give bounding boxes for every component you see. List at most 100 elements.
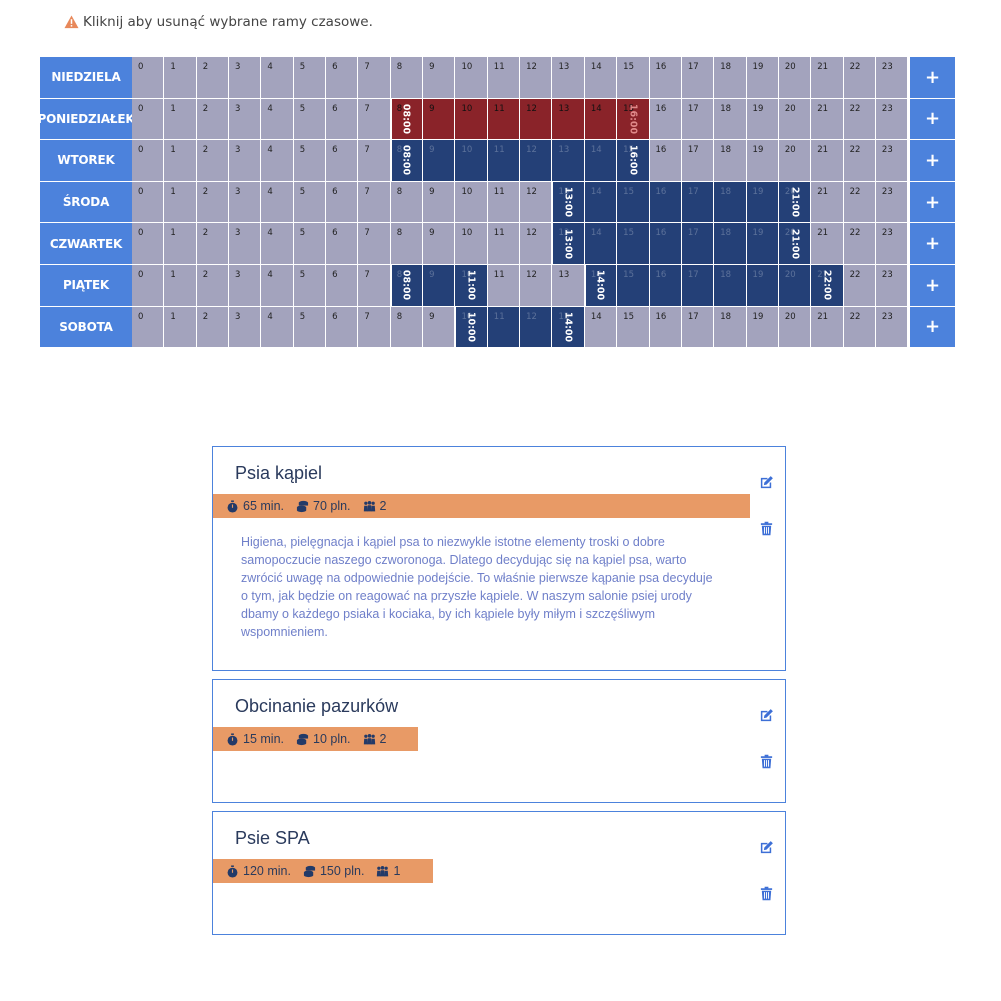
add-range-button[interactable]: + [909, 223, 955, 265]
hour-cell[interactable]: 8 [390, 181, 424, 224]
hour-cell[interactable]: 14 [584, 306, 618, 349]
hour-cell[interactable]: 14 [584, 57, 618, 99]
hour-cell[interactable]: 6 [326, 57, 359, 99]
hour-cell[interactable]: 22 [843, 306, 876, 349]
hour-cell[interactable]: 17 [681, 140, 715, 182]
hour-cell[interactable]: 13 [552, 98, 585, 141]
hour-cell[interactable]: 10 [455, 181, 488, 224]
hour-cell[interactable]: 10 [455, 57, 488, 99]
hour-cell[interactable]: 20 21:00 [778, 181, 812, 224]
hour-cell[interactable]: 3 [229, 223, 262, 265]
hour-cell[interactable]: 6 [326, 181, 359, 224]
hour-cell[interactable]: 11 [487, 181, 521, 224]
hour-cell[interactable]: 0 [132, 223, 165, 265]
hour-cell[interactable]: 15 [617, 264, 650, 307]
hour-cell[interactable]: 12 [520, 98, 553, 141]
hour-cell[interactable]: 15 [617, 306, 650, 349]
hour-cell[interactable]: 2 [196, 223, 230, 265]
hour-cell[interactable]: 5 [293, 98, 327, 141]
hour-cell[interactable]: 1 [164, 181, 197, 224]
hour-cell[interactable]: 12 [520, 223, 553, 265]
hour-cell[interactable]: 11 [487, 306, 521, 349]
hour-cell[interactable]: 19 [746, 181, 779, 224]
hour-cell[interactable]: 23 [875, 306, 909, 349]
hour-cell[interactable]: 7 [358, 57, 391, 99]
hour-cell[interactable]: 21 [811, 98, 844, 141]
hour-cell[interactable]: 9 [423, 223, 456, 265]
edit-button[interactable] [757, 838, 775, 856]
hour-cell[interactable]: 7 [358, 264, 391, 307]
hour-cell[interactable]: 15 16:00 [617, 98, 650, 141]
hour-cell[interactable]: 17 [681, 223, 715, 265]
hour-cell[interactable]: 1 [164, 223, 197, 265]
hour-cell[interactable]: 14 [584, 181, 618, 224]
hour-cell[interactable]: 9 [423, 140, 456, 182]
hour-cell[interactable]: 5 [293, 140, 327, 182]
hour-cell[interactable]: 16 [649, 306, 682, 349]
hour-cell[interactable]: 18 [714, 181, 747, 224]
hour-cell[interactable]: 21 [811, 223, 844, 265]
hour-cell[interactable]: 2 [196, 57, 230, 99]
hour-cell[interactable]: 11 [487, 98, 521, 141]
delete-button[interactable] [757, 752, 775, 770]
hour-cell[interactable]: 15 [617, 57, 650, 99]
hour-cell[interactable]: 20 [778, 98, 812, 141]
hour-cell[interactable]: 23 [875, 223, 909, 265]
hour-cell[interactable]: 3 [229, 306, 262, 349]
hour-cell[interactable]: 17 [681, 98, 715, 141]
hour-cell[interactable]: 2 [196, 306, 230, 349]
hour-cell[interactable]: 12 [520, 140, 553, 182]
hour-cell[interactable]: 4 [261, 140, 294, 182]
hour-cell[interactable]: 5 [293, 57, 327, 99]
hour-cell[interactable]: 8 08:00 [390, 140, 424, 182]
hour-cell[interactable]: 19 [746, 223, 779, 265]
add-range-button[interactable]: + [909, 57, 955, 99]
hour-cell[interactable]: 9 [423, 306, 456, 349]
hour-cell[interactable]: 16 [649, 98, 682, 141]
hour-cell[interactable]: 7 [358, 98, 391, 141]
hour-cell[interactable]: 10 [455, 140, 488, 182]
hour-cell[interactable]: 18 [714, 98, 747, 141]
hour-cell[interactable]: 17 [681, 306, 715, 349]
hour-cell[interactable]: 1 [164, 306, 197, 349]
edit-button[interactable] [757, 473, 775, 491]
hour-cell[interactable]: 2 [196, 98, 230, 141]
hour-cell[interactable]: 15 [617, 223, 650, 265]
hour-cell[interactable]: 10 [455, 98, 488, 141]
hour-cell[interactable]: 10 [455, 223, 488, 265]
hour-cell[interactable]: 4 [261, 264, 294, 307]
hour-cell[interactable]: 12 [520, 57, 553, 99]
hour-cell[interactable]: 18 [714, 306, 747, 349]
hour-cell[interactable]: 8 08:00 [390, 264, 424, 307]
hour-cell[interactable]: 13 [552, 57, 585, 99]
hour-cell[interactable]: 2 [196, 264, 230, 307]
hour-cell[interactable]: 13 14:00 [552, 306, 585, 349]
hour-cell[interactable]: 11 [487, 140, 521, 182]
hour-cell[interactable]: 18 [714, 223, 747, 265]
hour-cell[interactable]: 18 [714, 264, 747, 307]
hour-cell[interactable]: 22 [843, 181, 876, 224]
hour-cell[interactable]: 8 08:00 [390, 98, 424, 141]
hour-cell[interactable]: 8 [390, 57, 424, 99]
hour-cell[interactable]: 4 [261, 181, 294, 224]
hour-cell[interactable]: 14 14:00 [584, 264, 618, 307]
hour-cell[interactable]: 0 [132, 98, 165, 141]
edit-button[interactable] [757, 706, 775, 724]
hour-cell[interactable]: 19 [746, 264, 779, 307]
hour-cell[interactable]: 23 [875, 140, 909, 182]
hour-cell[interactable]: 0 [132, 306, 165, 349]
hour-cell[interactable]: 11 [487, 223, 521, 265]
hour-cell[interactable]: 8 [390, 223, 424, 265]
hour-cell[interactable]: 20 [778, 264, 812, 307]
hour-cell[interactable]: 21 [811, 57, 844, 99]
hour-cell[interactable]: 10 10:00 [455, 306, 488, 349]
hour-cell[interactable]: 6 [326, 140, 359, 182]
hour-cell[interactable]: 3 [229, 264, 262, 307]
hour-cell[interactable]: 22 [843, 57, 876, 99]
delete-button[interactable] [757, 519, 775, 537]
hour-cell[interactable]: 23 [875, 181, 909, 224]
hour-cell[interactable]: 3 [229, 140, 262, 182]
hour-cell[interactable]: 23 [875, 98, 909, 141]
add-range-button[interactable]: + [909, 306, 955, 349]
hour-cell[interactable]: 6 [326, 264, 359, 307]
